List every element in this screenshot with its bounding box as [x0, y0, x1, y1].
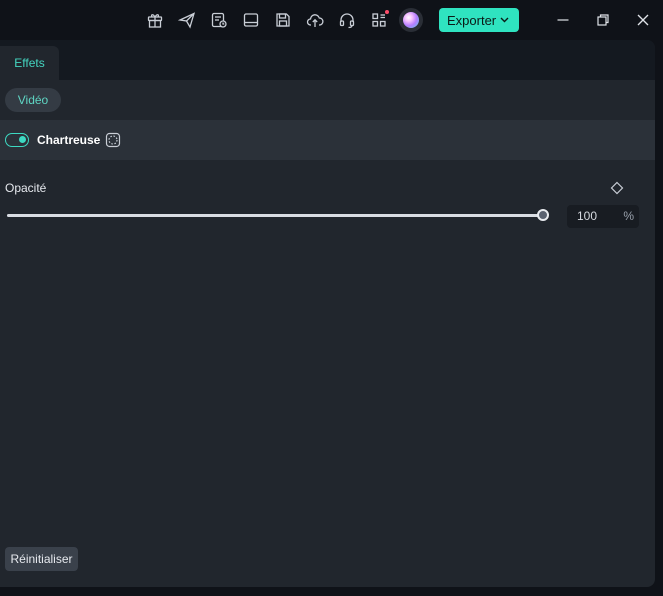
category-pill-video[interactable]: Vidéo [5, 88, 61, 112]
opacity-slider-thumb[interactable] [537, 209, 549, 221]
opacity-slider-fill [7, 214, 543, 217]
tab-bar: Effets [0, 40, 655, 80]
restore-icon [597, 14, 609, 26]
export-label: Exporter [447, 12, 497, 28]
notification-dot [385, 10, 389, 14]
opacity-unit: % [623, 209, 634, 223]
opacity-input[interactable]: 100 % [567, 205, 639, 228]
opacity-label: Opacité [5, 181, 47, 195]
gift-icon[interactable] [145, 10, 165, 30]
export-button[interactable]: Exporter [439, 8, 519, 32]
opacity-value: 100 [577, 209, 598, 223]
minimize-button[interactable] [553, 10, 573, 30]
toggle-knob [19, 136, 26, 143]
close-button[interactable] [633, 10, 653, 30]
title-bar: Exporter [0, 0, 663, 40]
reset-button[interactable]: Réinitialiser [5, 547, 78, 571]
layout-icon[interactable] [241, 10, 261, 30]
effect-name: Chartreuse [37, 133, 101, 147]
headset-icon[interactable] [337, 10, 357, 30]
effect-enable-toggle[interactable] [5, 133, 29, 147]
send-icon[interactable] [177, 10, 197, 30]
avatar[interactable] [399, 8, 423, 32]
mask-icon[interactable] [105, 132, 121, 148]
keyframe-diamond-icon[interactable] [609, 180, 625, 196]
opacity-slider-track[interactable] [7, 214, 543, 217]
effects-panel: Effets Vidéo Chartreuse Opacité 100 % Ré… [0, 40, 655, 587]
restore-button[interactable] [593, 10, 613, 30]
minimize-icon [557, 19, 569, 21]
apps-grid-icon[interactable] [369, 10, 389, 30]
chevron-down-icon[interactable] [499, 14, 510, 25]
close-icon [637, 14, 649, 26]
effect-row: Chartreuse [0, 120, 655, 160]
cloud-upload-icon[interactable] [305, 10, 325, 30]
ai-orb-icon [403, 12, 419, 28]
save-icon[interactable] [273, 10, 293, 30]
tab-effets[interactable]: Effets [0, 46, 59, 80]
task-list-icon[interactable] [209, 10, 229, 30]
